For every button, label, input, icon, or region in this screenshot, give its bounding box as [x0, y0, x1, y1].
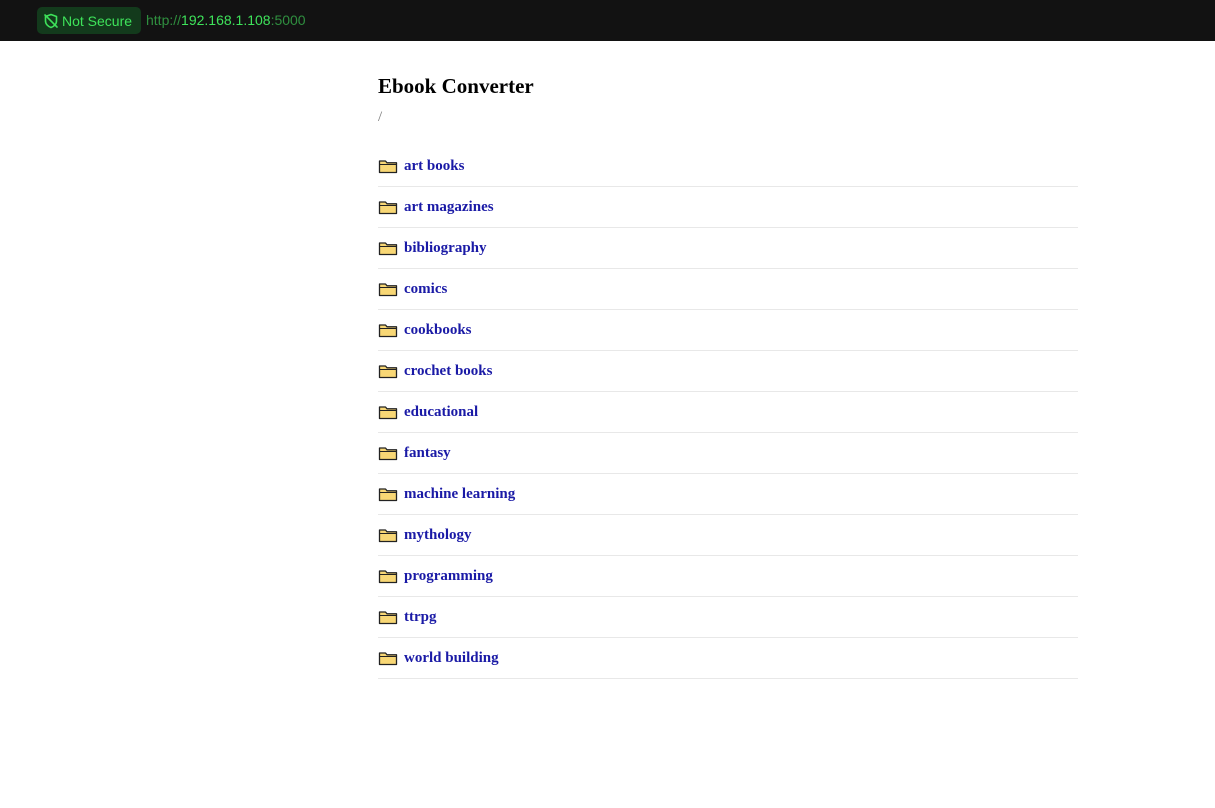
main-content: Ebook Converter / art books art magazine… — [378, 41, 1078, 679]
folder-list-item: crochet books — [378, 351, 1078, 392]
security-label: Not Secure — [62, 12, 133, 29]
folder-list-item: fantasy — [378, 433, 1078, 474]
folder-list-item: programming — [378, 556, 1078, 597]
url-scheme: http:// — [146, 12, 182, 28]
folder-link-cookbooks[interactable]: cookbooks — [404, 322, 472, 339]
browser-url-bar: Not Secure http://192.168.1.108:5000 — [0, 0, 1215, 41]
folder-list-item: mythology — [378, 515, 1078, 556]
folder-link-world-building[interactable]: world building — [404, 650, 499, 667]
folder-link-fantasy[interactable]: fantasy — [404, 445, 451, 462]
folder-link-mythology[interactable]: mythology — [404, 527, 472, 544]
folder-list-item: ttrpg — [378, 597, 1078, 638]
address-field[interactable]: http://192.168.1.108:5000 — [146, 12, 306, 28]
url-host: 192.168.1.108 — [181, 12, 271, 28]
folder-icon — [378, 324, 398, 338]
folder-icon — [378, 160, 398, 174]
folder-list-item: art magazines — [378, 187, 1078, 228]
folder-list: art books art magazines bibliography com… — [378, 146, 1078, 679]
url-port: :5000 — [270, 12, 306, 28]
folder-icon — [378, 447, 398, 461]
folder-link-art-books[interactable]: art books — [404, 158, 464, 175]
folder-link-crochet-books[interactable]: crochet books — [404, 363, 492, 380]
folder-icon — [378, 652, 398, 666]
folder-icon — [378, 611, 398, 625]
folder-list-item: educational — [378, 392, 1078, 433]
folder-link-bibliography[interactable]: bibliography — [404, 240, 487, 257]
folder-link-ttrpg[interactable]: ttrpg — [404, 609, 437, 626]
folder-icon — [378, 242, 398, 256]
current-path: / — [378, 109, 383, 125]
folder-icon — [378, 365, 398, 379]
security-indicator-button[interactable]: Not Secure — [37, 7, 142, 34]
folder-icon — [378, 283, 398, 297]
folder-icon — [378, 406, 398, 420]
folder-icon — [378, 570, 398, 584]
folder-icon — [378, 201, 398, 215]
folder-list-item: bibliography — [378, 228, 1078, 269]
page-title: Ebook Converter — [378, 74, 534, 98]
shield-off-icon — [44, 13, 58, 28]
folder-list-item: art books — [378, 146, 1078, 187]
folder-list-item: comics — [378, 269, 1078, 310]
folder-link-machine-learning[interactable]: machine learning — [404, 486, 515, 503]
folder-link-comics[interactable]: comics — [404, 281, 447, 298]
folder-icon — [378, 488, 398, 502]
folder-icon — [378, 529, 398, 543]
folder-link-educational[interactable]: educational — [404, 404, 478, 421]
folder-link-art-magazines[interactable]: art magazines — [404, 199, 494, 216]
folder-list-item: cookbooks — [378, 310, 1078, 351]
folder-list-item: world building — [378, 638, 1078, 679]
folder-link-programming[interactable]: programming — [404, 568, 493, 585]
folder-list-item: machine learning — [378, 474, 1078, 515]
